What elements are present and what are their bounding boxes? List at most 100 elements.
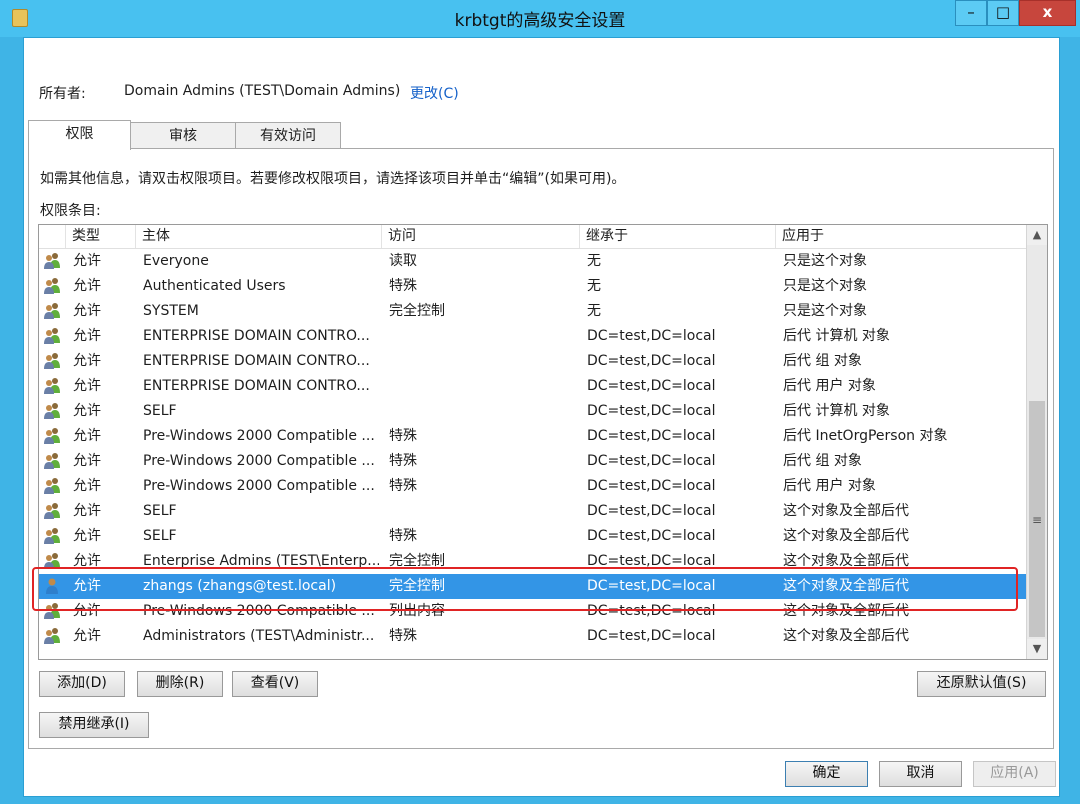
permission-entry-row[interactable]: 允许 ENTERPRISE DOMAIN CONTRO... DC=test,DC=… bbox=[39, 324, 1026, 349]
entry-principal: Administrators (TEST\Administr... bbox=[143, 628, 375, 644]
minimize-button[interactable]: – bbox=[955, 0, 987, 26]
scrollbar-thumb[interactable]: ≡ bbox=[1029, 401, 1045, 637]
entry-access bbox=[389, 399, 577, 424]
scroll-grip-icon: ≡ bbox=[1031, 513, 1043, 527]
entry-applies-to: 这个对象及全部后代 bbox=[783, 578, 909, 594]
entry-access: 特殊 bbox=[389, 528, 417, 544]
permission-entry-row[interactable]: 允许 Pre-Windows 2000 Compatible ... 特殊 DC=te… bbox=[39, 424, 1026, 449]
ok-button[interactable]: 确定 bbox=[785, 761, 868, 787]
column-header-access[interactable]: 访问 bbox=[381, 225, 580, 248]
user-group-icon bbox=[42, 627, 62, 645]
entry-principal: SELF bbox=[143, 528, 177, 544]
entry-inherited-from: DC=test,DC=local bbox=[587, 328, 716, 344]
entry-type: 允许 bbox=[73, 453, 101, 469]
entry-access bbox=[389, 349, 577, 374]
permission-entry-row[interactable]: 允许 SELF DC=test,DC=local 后代 计算机 对象 bbox=[39, 399, 1026, 424]
entry-access: 特殊 bbox=[389, 428, 417, 444]
entry-type: 允许 bbox=[73, 278, 101, 294]
entry-type: 允许 bbox=[73, 328, 101, 344]
entry-access bbox=[389, 499, 577, 524]
entry-principal: Authenticated Users bbox=[143, 278, 286, 294]
permission-entry-row[interactable]: 允许 Administrators (TEST\Administr... 特殊 DC=… bbox=[39, 624, 1026, 649]
entry-access: 读取 bbox=[389, 253, 417, 269]
permission-entry-row[interactable]: 允许 Pre-Windows 2000 Compatible ... 列出内容 DC=… bbox=[39, 599, 1026, 624]
restore-defaults-button[interactable]: 还原默认值(S) bbox=[917, 671, 1046, 697]
owner-value: Domain Admins (TEST\Domain Admins) bbox=[124, 83, 401, 99]
apply-button[interactable]: 应用(A) bbox=[973, 761, 1056, 787]
entry-inherited-from: DC=test,DC=local bbox=[587, 453, 716, 469]
entry-type: 允许 bbox=[73, 403, 101, 419]
user-group-icon bbox=[42, 252, 62, 270]
entry-type: 允许 bbox=[73, 353, 101, 369]
column-header-applies-to[interactable]: 应用于 bbox=[775, 225, 1022, 248]
permission-entry-row[interactable]: 允许 Pre-Windows 2000 Compatible ... 特殊 DC=te… bbox=[39, 474, 1026, 499]
add-button[interactable]: 添加(D) bbox=[39, 671, 125, 697]
window-title: krbtgt的高级安全设置 bbox=[454, 11, 626, 31]
entry-inherited-from: 无 bbox=[587, 253, 601, 269]
entry-inherited-from: DC=test,DC=local bbox=[587, 603, 716, 619]
permission-entry-row[interactable]: 允许 Authenticated Users 特殊 无 只是这个对象 bbox=[39, 274, 1026, 299]
entry-applies-to: 这个对象及全部后代 bbox=[783, 528, 909, 544]
permission-entry-row[interactable]: 允许 SELF 特殊 DC=test,DC=local 这个对象及全部后代 bbox=[39, 524, 1026, 549]
entry-inherited-from: DC=test,DC=local bbox=[587, 528, 716, 544]
maximize-button[interactable]: □ bbox=[987, 0, 1019, 26]
entry-principal: Pre-Windows 2000 Compatible ... bbox=[143, 478, 375, 494]
entry-type: 允许 bbox=[73, 478, 101, 494]
entry-applies-to: 后代 计算机 对象 bbox=[783, 403, 890, 419]
tab-effective-access[interactable]: 有效访问 bbox=[235, 122, 341, 150]
entry-access bbox=[389, 374, 577, 399]
scroll-up-arrow-icon[interactable]: ▲ bbox=[1027, 225, 1047, 245]
entry-applies-to: 这个对象及全部后代 bbox=[783, 503, 909, 519]
close-button[interactable]: x bbox=[1019, 0, 1076, 26]
entry-principal: Enterprise Admins (TEST\Enterp... bbox=[143, 553, 379, 569]
scroll-down-arrow-icon[interactable]: ▼ bbox=[1027, 639, 1047, 659]
user-group-icon bbox=[42, 552, 62, 570]
entry-access: 特殊 bbox=[389, 478, 417, 494]
entry-principal: Pre-Windows 2000 Compatible ... bbox=[143, 453, 375, 469]
entry-access: 完全控制 bbox=[389, 578, 445, 594]
entry-inherited-from: DC=test,DC=local bbox=[587, 503, 716, 519]
user-group-icon bbox=[42, 452, 62, 470]
user-group-icon bbox=[42, 427, 62, 445]
entry-applies-to: 只是这个对象 bbox=[783, 303, 867, 319]
disable-inheritance-button[interactable]: 禁用继承(I) bbox=[39, 712, 149, 738]
permission-entry-row[interactable]: 允许 zhangs (zhangs@test.local) 完全控制 DC=test,… bbox=[39, 574, 1026, 599]
entries-label: 权限条目: bbox=[40, 203, 101, 219]
permission-entry-row[interactable]: 允许 ENTERPRISE DOMAIN CONTRO... DC=test,DC=… bbox=[39, 374, 1026, 399]
entry-applies-to: 后代 组 对象 bbox=[783, 453, 862, 469]
entry-type: 允许 bbox=[73, 303, 101, 319]
info-text: 如需其他信息，请双击权限项目。若要修改权限项目，请选择该项目并单击“编辑”(如果… bbox=[40, 171, 626, 187]
list-header: 类型 主体 访问 继承于 应用于 bbox=[39, 225, 1026, 249]
column-header-type[interactable]: 类型 bbox=[65, 225, 136, 248]
entry-principal: zhangs (zhangs@test.local) bbox=[143, 578, 337, 594]
permission-entry-row[interactable]: 允许 ENTERPRISE DOMAIN CONTRO... DC=test,DC=… bbox=[39, 349, 1026, 374]
entry-inherited-from: DC=test,DC=local bbox=[587, 478, 716, 494]
entry-type: 允许 bbox=[73, 503, 101, 519]
permission-entry-row[interactable]: 允许 Enterprise Admins (TEST\Enterp... 完全控制 D… bbox=[39, 549, 1026, 574]
permission-entry-row[interactable]: 允许 Pre-Windows 2000 Compatible ... 特殊 DC=te… bbox=[39, 449, 1026, 474]
permission-entries-list[interactable]: 类型 主体 访问 继承于 应用于 允许 Everyone 读取无只是这个对象 允许 Au… bbox=[38, 224, 1048, 660]
cancel-button[interactable]: 取消 bbox=[879, 761, 962, 787]
column-header-inherited-from[interactable]: 继承于 bbox=[579, 225, 776, 248]
entry-type: 允许 bbox=[73, 553, 101, 569]
entry-inherited-from: DC=test,DC=local bbox=[587, 428, 716, 444]
permission-entry-row[interactable]: 允许 Everyone 读取 无 只是这个对象 bbox=[39, 249, 1026, 274]
title-bar: krbtgt的高级安全设置 – □ x bbox=[0, 0, 1080, 37]
permission-entry-row[interactable]: 允许 SYSTEM 完全控制 无 只是这个对象 bbox=[39, 299, 1026, 324]
view-button[interactable]: 查看(V) bbox=[232, 671, 318, 697]
entry-principal: SYSTEM bbox=[143, 303, 199, 319]
user-group-icon bbox=[42, 527, 62, 545]
column-header-principal[interactable]: 主体 bbox=[135, 225, 382, 248]
entry-type: 允许 bbox=[73, 628, 101, 644]
user-group-icon bbox=[42, 352, 62, 370]
remove-button[interactable]: 删除(R) bbox=[137, 671, 223, 697]
entry-principal: Everyone bbox=[143, 253, 209, 269]
change-owner-link[interactable]: 更改(C) bbox=[410, 83, 459, 103]
entry-applies-to: 后代 用户 对象 bbox=[783, 478, 876, 494]
tab-auditing[interactable]: 审核 bbox=[130, 122, 236, 150]
user-group-icon bbox=[42, 327, 62, 345]
permission-entry-row[interactable]: 允许 SELF DC=test,DC=local 这个对象及全部后代 bbox=[39, 499, 1026, 524]
entry-applies-to: 这个对象及全部后代 bbox=[783, 553, 909, 569]
vertical-scrollbar[interactable]: ▲ ≡ ▼ bbox=[1026, 225, 1047, 659]
tab-permissions[interactable]: 权限 bbox=[28, 120, 131, 150]
